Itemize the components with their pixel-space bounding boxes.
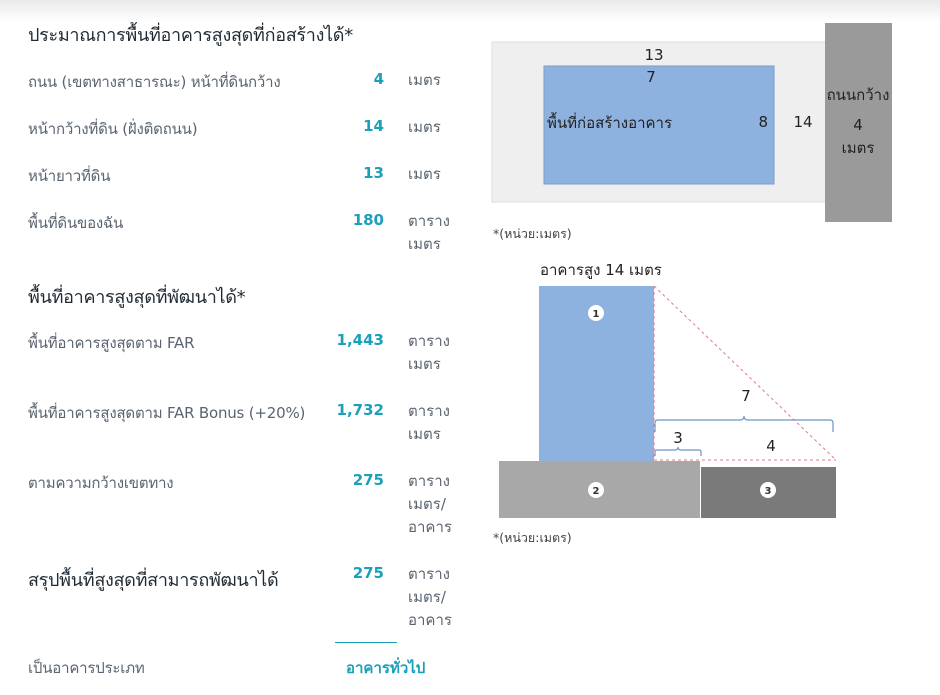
- plan-unit-note: *(หน่วย:เมตร): [493, 226, 572, 241]
- unit-line: เมตร/: [408, 588, 446, 606]
- value-building-type: อาคารทั่วไป: [346, 659, 426, 677]
- section-title-max-area: พื้นที่อาคารสูงสุดที่พัฒนาได้*: [28, 287, 246, 308]
- value-land-depth: 13: [363, 164, 384, 182]
- road-unit-label: เมตร: [842, 139, 875, 157]
- unit-line: ตาราง: [408, 402, 450, 420]
- label-land-area: พื้นที่ดินของฉัน: [28, 214, 124, 232]
- land-width-label: 14: [793, 113, 812, 131]
- unit-land-frontage: เมตร: [408, 118, 441, 136]
- section-diagram: 7 3 4 1 2 3: [499, 285, 837, 518]
- unit-line: ตาราง: [408, 472, 450, 490]
- value-land-frontage: 14: [363, 117, 384, 135]
- unit-by-road-width: ตาราง เมตร/ อาคาร: [408, 470, 468, 539]
- unit-line: เมตร: [408, 355, 441, 373]
- value-road-width: 4: [373, 70, 384, 88]
- label-far: พื้นที่อาคารสูงสุดตาม FAR: [28, 334, 195, 352]
- marker-1-label: 1: [593, 309, 600, 320]
- building-area-label: พื้นที่ก่อสร้างอาคาร: [547, 112, 672, 132]
- unit-far: ตาราง เมตร: [408, 330, 468, 376]
- summary-title: สรุปพื้นที่สูงสุดที่สามารถพัฒนาได้: [28, 570, 279, 591]
- unit-line: เมตร: [408, 235, 441, 253]
- unit-land-depth: เมตร: [408, 165, 441, 183]
- value-land-area: 180: [352, 211, 384, 229]
- label-road-width: ถนน (เขตทางสาธารณะ) หน้าที่ดินกว้าง: [28, 73, 281, 91]
- unit-line: เมตร: [408, 425, 441, 443]
- value-far: 1,443: [336, 331, 384, 349]
- road-label: ถนนกว้าง: [827, 86, 890, 104]
- building-length-label: 7: [646, 68, 656, 86]
- building-depth-label: 8: [758, 113, 768, 131]
- road-width-label: 4: [853, 116, 863, 134]
- unit-road-width: เมตร: [408, 71, 441, 89]
- dim-setback-label: 3: [673, 429, 683, 447]
- label-land-frontage: หน้ากว้างที่ดิน (ฝั่งติดถนน): [28, 120, 198, 138]
- value-far-bonus: 1,732: [336, 401, 384, 419]
- unit-line: อาคาร: [408, 518, 452, 536]
- label-building-type: เป็นอาคารประเภท: [28, 659, 145, 677]
- unit-land-area: ตาราง เมตร: [408, 210, 468, 256]
- label-by-road-width: ตามความกว้างเขตทาง: [28, 474, 174, 492]
- value-by-road-width: 275: [352, 471, 384, 489]
- plan-diagram: 13 7 พื้นที่ก่อสร้างอาคาร 8 14 ถนนกว้าง …: [491, 23, 892, 222]
- marker-3-label: 3: [765, 486, 772, 497]
- dimension-brace-setback: [654, 446, 702, 456]
- summary-unit: ตาราง เมตร/ อาคาร: [408, 563, 468, 632]
- unit-line: ตาราง: [408, 212, 450, 230]
- unit-line: ตาราง: [408, 332, 450, 350]
- top-shadow: [0, 0, 940, 22]
- summary-value: 275: [352, 564, 384, 582]
- marker-2-label: 2: [593, 486, 600, 497]
- section-unit-note: *(หน่วย:เมตร): [493, 530, 572, 545]
- section-title-estimate: ประมาณการพื้นที่อาคารสูงสุดที่ก่อสร้างได…: [28, 25, 353, 46]
- land-length-label: 13: [644, 46, 663, 64]
- dim-rest-label: 4: [766, 437, 776, 455]
- unit-line: เมตร/: [408, 495, 446, 513]
- dim-total-label: 7: [741, 387, 751, 405]
- unit-far-bonus: ตาราง เมตร: [408, 400, 468, 446]
- unit-line: อาคาร: [408, 611, 452, 629]
- unit-line: ตาราง: [408, 565, 450, 583]
- building-height-label: อาคารสูง 14 เมตร: [540, 261, 662, 279]
- label-land-depth: หน้ายาวที่ดิน: [28, 167, 111, 185]
- summary-divider: [335, 642, 397, 643]
- label-far-bonus: พื้นที่อาคารสูงสุดตาม FAR Bonus (+20%): [28, 404, 306, 422]
